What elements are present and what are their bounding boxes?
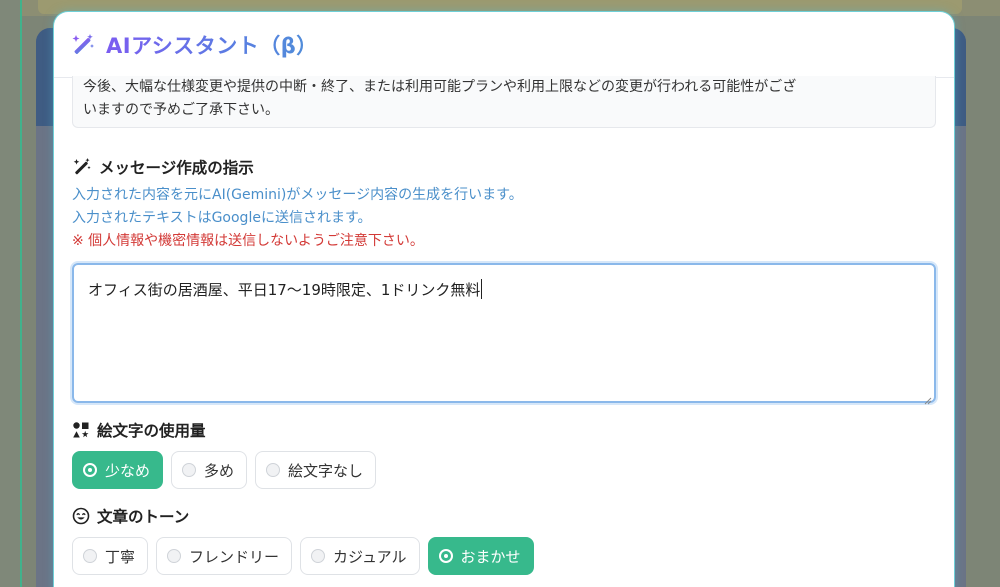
- tone-option-auto-label: おまかせ: [460, 547, 521, 566]
- radio-icon: [438, 549, 453, 563]
- tone-title-label: 文章のトーン: [97, 508, 190, 526]
- radio-icon: [83, 549, 97, 563]
- radio-icon: [83, 463, 97, 477]
- info-line-2: 入力されたテキストはGoogleに送信されます。: [72, 210, 372, 226]
- instruction-title: メッセージ作成の指示: [72, 156, 936, 178]
- backdrop-accent-line: [20, 0, 22, 587]
- emoji-usage-section: 絵文字の使用量 少なめ 多め 絵文字なし: [72, 419, 936, 489]
- radio-icon: [266, 463, 281, 477]
- text-caret: [481, 279, 483, 299]
- instruction-title-label: メッセージ作成の指示: [99, 159, 254, 177]
- tone-options: 丁寧 フレンドリー カジュアル おまかせ: [72, 537, 936, 575]
- instruction-info: 入力された内容を元にAI(Gemini)がメッセージ内容の生成を行います。 入力…: [72, 184, 936, 253]
- emoji-option-few-label: 少なめ: [105, 461, 151, 480]
- instruction-textarea[interactable]: オフィス街の居酒屋、平日17〜19時限定、1ドリンク無料: [72, 263, 936, 405]
- backdrop-left: [0, 0, 22, 587]
- tone-section: 文章のトーン 丁寧 フレンドリー カジュアル おまかせ: [72, 505, 936, 575]
- warning-line: ※ 個人情報や機密情報は送信しないようご注意下さい。: [72, 233, 424, 249]
- radio-icon: [311, 549, 326, 563]
- magic-wand-icon: [72, 157, 92, 177]
- emoji-shapes-icon: [72, 421, 90, 439]
- emoji-option-none-label: 絵文字なし: [288, 461, 364, 480]
- notice-line-2: いますので予めご了承下さい。: [83, 102, 279, 118]
- emoji-usage-title-label: 絵文字の使用量: [97, 422, 206, 440]
- tone-option-friendly-label: フレンドリー: [189, 547, 280, 566]
- info-line-1: 入力された内容を元にAI(Gemini)がメッセージ内容の生成を行います。: [72, 187, 523, 203]
- emoji-option-many-label: 多め: [204, 461, 235, 480]
- tone-option-polite-label: 丁寧: [105, 547, 136, 566]
- tone-option-casual[interactable]: カジュアル: [300, 537, 420, 575]
- instruction-section: メッセージ作成の指示 入力された内容を元にAI(Gemini)がメッセージ内容の…: [72, 156, 936, 405]
- resize-grip-icon[interactable]: [924, 391, 932, 405]
- ai-assistant-modal: AIアシスタント（β） 今後、大幅な仕様変更や提供の中断・終了、または利用可能プ…: [54, 12, 954, 587]
- tone-option-auto[interactable]: おまかせ: [427, 537, 534, 575]
- notice-line-1: 今後、大幅な仕様変更や提供の中断・終了、または利用可能プランや利用上限などの変更…: [83, 79, 797, 95]
- modal-header: AIアシスタント（β）: [54, 12, 954, 78]
- modal-body: 今後、大幅な仕様変更や提供の中断・終了、または利用可能プランや利用上限などの変更…: [54, 76, 954, 575]
- smile-icon: [72, 507, 90, 525]
- tone-option-friendly[interactable]: フレンドリー: [156, 537, 293, 575]
- emoji-option-few[interactable]: 少なめ: [72, 451, 164, 489]
- modal-title: AIアシスタント（β）: [106, 30, 318, 60]
- magic-wand-icon: [70, 32, 96, 58]
- emoji-usage-title: 絵文字の使用量: [72, 419, 936, 441]
- emoji-usage-options: 少なめ 多め 絵文字なし: [72, 451, 936, 489]
- tone-option-polite[interactable]: 丁寧: [72, 537, 149, 575]
- emoji-option-many[interactable]: 多め: [171, 451, 248, 489]
- instruction-textarea-value: オフィス街の居酒屋、平日17〜19時限定、1ドリンク無料: [88, 281, 481, 299]
- radio-icon: [167, 549, 182, 563]
- radio-icon: [182, 463, 197, 477]
- emoji-option-none[interactable]: 絵文字なし: [255, 451, 377, 489]
- tone-option-casual-label: カジュアル: [333, 547, 407, 566]
- notice-box: 今後、大幅な仕様変更や提供の中断・終了、または利用可能プランや利用上限などの変更…: [72, 76, 936, 128]
- tone-title: 文章のトーン: [72, 505, 936, 527]
